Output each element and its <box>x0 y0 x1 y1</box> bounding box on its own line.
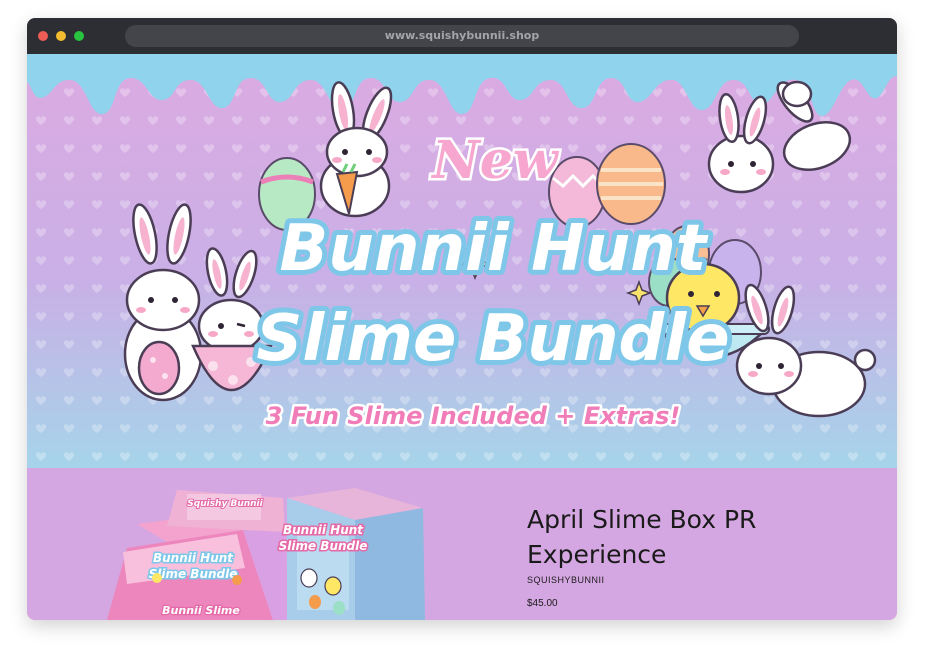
open-box-label-2: Bunnii Hunt <box>153 551 234 565</box>
open-box-illustration: Squishy Bunnii Bunnii Hunt Slime Bundle … <box>107 490 289 620</box>
hero-subtitle: 3 Fun Slime Included + Extras! <box>266 402 681 430</box>
browser-titlebar: www.squishybunnii.shop <box>27 18 897 54</box>
browser-window: www.squishybunnii.shop New Bunnii Hunt S… <box>27 18 897 620</box>
minimize-window-button[interactable] <box>56 31 66 41</box>
bundle-box-illustration: Bunnii Hunt Slime Bundle <box>277 488 425 620</box>
product-section: Squishy Bunnii Bunnii Hunt Slime Bundle … <box>27 468 897 620</box>
hero-banner[interactable]: New Bunnii Hunt Slime Bundle 3 Fun Slime… <box>27 54 897 468</box>
address-bar[interactable]: www.squishybunnii.shop <box>125 25 799 47</box>
hero-title-line2: Slime Bundle <box>256 302 729 376</box>
open-box-label-1: Squishy Bunnii <box>187 499 263 509</box>
hero-new-tag: New <box>430 130 560 191</box>
inner-box-label: Bunnii Slime <box>162 604 240 617</box>
product-vendor: SQUISHYBUNNII <box>527 575 605 585</box>
box-front-title-2: Slime Bundle <box>279 539 368 553</box>
product-title[interactable]: April Slime Box PR Experience <box>527 502 827 572</box>
close-window-button[interactable] <box>38 31 48 41</box>
maximize-window-button[interactable] <box>74 31 84 41</box>
hero-title-line1: Bunnii Hunt <box>280 212 709 286</box>
open-box-label-3: Slime Bundle <box>149 567 238 581</box>
product-image[interactable]: Squishy Bunnii Bunnii Hunt Slime Bundle … <box>87 468 507 620</box>
product-price: $45.00 <box>527 598 558 609</box>
box-front-title-1: Bunnii Hunt <box>283 523 364 537</box>
